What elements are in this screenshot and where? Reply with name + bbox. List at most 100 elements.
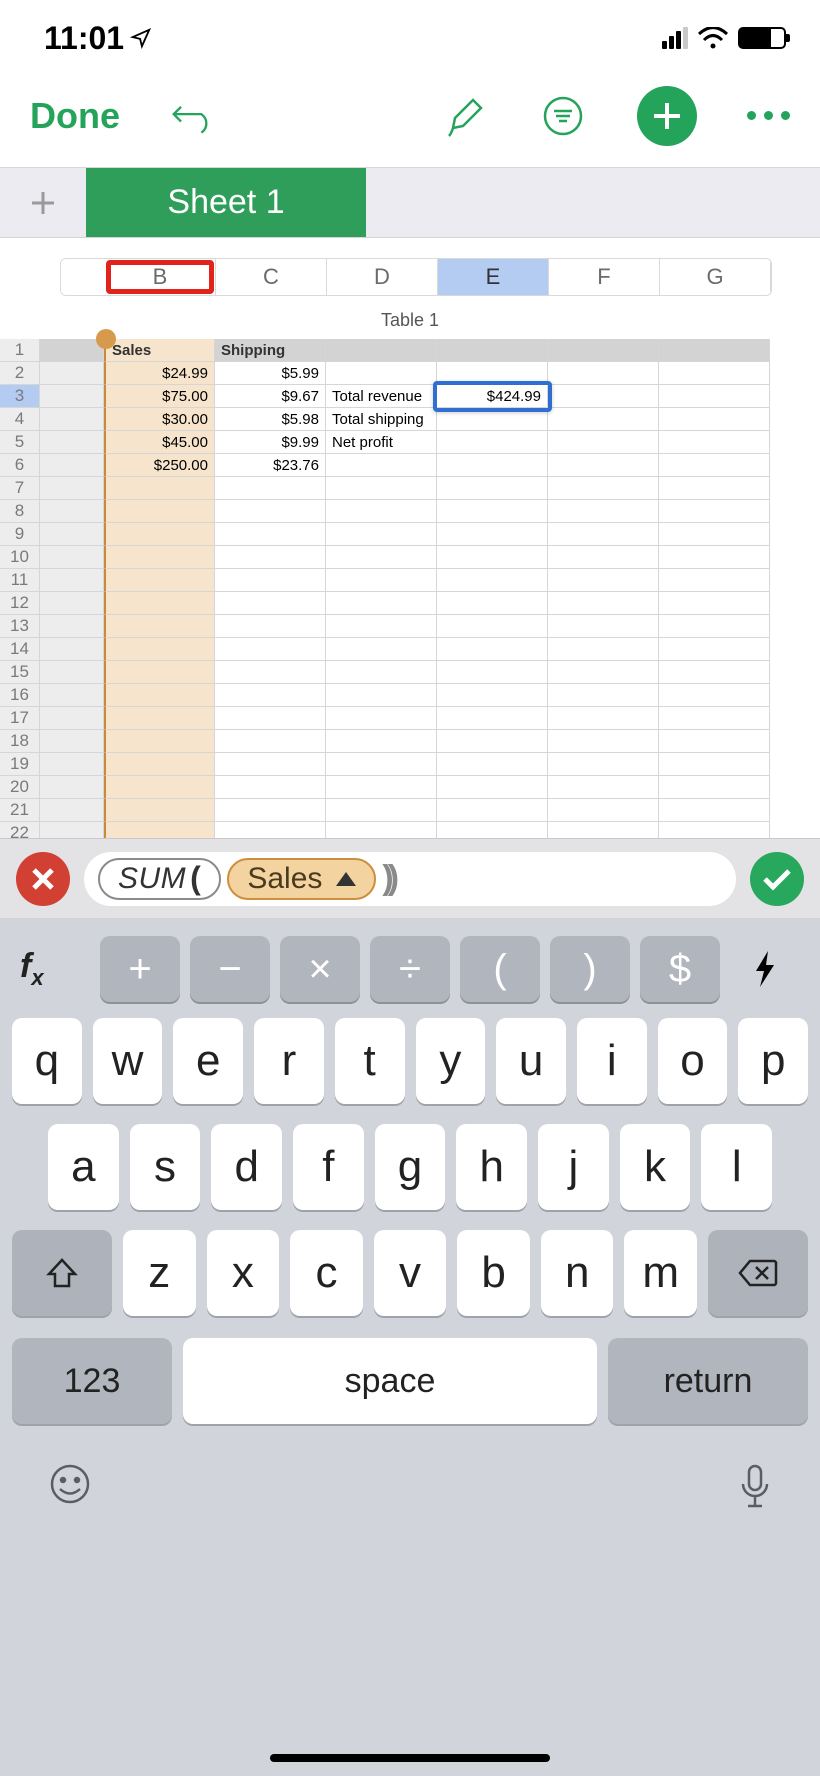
cell[interactable]	[659, 500, 770, 523]
cell[interactable]	[548, 799, 659, 822]
letter-key[interactable]: i	[577, 1018, 647, 1104]
cell[interactable]	[548, 684, 659, 707]
add-sheet-button[interactable]	[0, 168, 86, 237]
cell[interactable]: $9.99	[215, 431, 326, 454]
cell[interactable]	[659, 684, 770, 707]
cell[interactable]	[40, 431, 104, 454]
cell[interactable]	[437, 707, 548, 730]
letter-key[interactable]: a	[48, 1124, 119, 1210]
letter-key[interactable]: r	[254, 1018, 324, 1104]
cell[interactable]	[40, 592, 104, 615]
cell[interactable]	[437, 546, 548, 569]
cell[interactable]	[659, 408, 770, 431]
cell[interactable]	[215, 707, 326, 730]
row-header[interactable]: 8	[0, 500, 40, 523]
cell[interactable]	[437, 592, 548, 615]
cell[interactable]	[548, 730, 659, 753]
operator-key[interactable]: +	[100, 936, 180, 1002]
cell[interactable]	[326, 546, 437, 569]
cell[interactable]: Net profit	[326, 431, 437, 454]
cell[interactable]	[659, 362, 770, 385]
column-header-F[interactable]: F	[549, 259, 660, 295]
cell[interactable]	[548, 615, 659, 638]
cell[interactable]	[40, 730, 104, 753]
cell[interactable]	[104, 684, 215, 707]
cell[interactable]	[659, 753, 770, 776]
letter-key[interactable]: d	[211, 1124, 282, 1210]
cell[interactable]	[548, 546, 659, 569]
cell[interactable]	[40, 799, 104, 822]
cell[interactable]: $5.98	[215, 408, 326, 431]
cell[interactable]	[326, 707, 437, 730]
cell[interactable]	[659, 546, 770, 569]
cell[interactable]	[215, 523, 326, 546]
cell[interactable]	[40, 615, 104, 638]
cell[interactable]	[437, 615, 548, 638]
delete-key[interactable]	[708, 1230, 808, 1316]
cell[interactable]	[40, 454, 104, 477]
letter-key[interactable]: s	[130, 1124, 201, 1210]
formula-function-pill[interactable]: SUM(	[98, 858, 221, 900]
cell[interactable]: $9.67	[215, 385, 326, 408]
cell[interactable]	[40, 776, 104, 799]
cell[interactable]	[326, 661, 437, 684]
cell[interactable]	[215, 753, 326, 776]
cell[interactable]	[104, 799, 215, 822]
column-header-G[interactable]: G	[660, 259, 771, 295]
cell[interactable]	[40, 707, 104, 730]
cell[interactable]	[548, 408, 659, 431]
cell[interactable]	[659, 592, 770, 615]
cell[interactable]	[104, 661, 215, 684]
cell[interactable]	[659, 523, 770, 546]
sheet-tab-active[interactable]: Sheet 1	[86, 168, 366, 237]
cell[interactable]	[437, 477, 548, 500]
done-button[interactable]: Done	[30, 95, 120, 137]
cell[interactable]	[659, 431, 770, 454]
cell[interactable]	[326, 362, 437, 385]
space-key[interactable]: space	[183, 1338, 597, 1424]
cell[interactable]	[104, 546, 215, 569]
cell[interactable]	[437, 638, 548, 661]
cell[interactable]: $24.99	[104, 362, 215, 385]
cell[interactable]	[659, 776, 770, 799]
formula-accept-button[interactable]	[750, 852, 804, 906]
letter-key[interactable]: b	[457, 1230, 530, 1316]
header-cell[interactable]	[659, 339, 770, 362]
cell[interactable]	[40, 546, 104, 569]
cell[interactable]	[548, 362, 659, 385]
cell[interactable]	[326, 454, 437, 477]
column-header-D[interactable]: D	[327, 259, 438, 295]
row-header[interactable]: 15	[0, 661, 40, 684]
row-header[interactable]: 5	[0, 431, 40, 454]
cell[interactable]	[548, 523, 659, 546]
row-header[interactable]: 16	[0, 684, 40, 707]
row-header[interactable]: 6	[0, 454, 40, 477]
row-header[interactable]: 18	[0, 730, 40, 753]
emoji-button[interactable]	[48, 1462, 92, 1506]
cell[interactable]	[437, 569, 548, 592]
cell[interactable]	[659, 730, 770, 753]
row-header[interactable]: 1	[0, 339, 40, 362]
cell[interactable]	[215, 592, 326, 615]
cell[interactable]	[548, 776, 659, 799]
row-header[interactable]: 12	[0, 592, 40, 615]
cell[interactable]: Total shipping	[326, 408, 437, 431]
cell[interactable]	[437, 500, 548, 523]
letter-key[interactable]: f	[293, 1124, 364, 1210]
operator-key[interactable]: )	[550, 936, 630, 1002]
letter-key[interactable]: t	[335, 1018, 405, 1104]
cell[interactable]	[104, 592, 215, 615]
cell[interactable]	[104, 707, 215, 730]
cell[interactable]	[326, 776, 437, 799]
cell[interactable]	[437, 753, 548, 776]
cell[interactable]	[659, 477, 770, 500]
row-header[interactable]: 13	[0, 615, 40, 638]
cell[interactable]	[326, 569, 437, 592]
column-header-B[interactable]: B	[105, 259, 216, 295]
cell[interactable]	[40, 408, 104, 431]
cell[interactable]	[548, 661, 659, 684]
cell[interactable]	[104, 615, 215, 638]
cell[interactable]	[215, 615, 326, 638]
row-header[interactable]: 9	[0, 523, 40, 546]
cell[interactable]	[437, 661, 548, 684]
